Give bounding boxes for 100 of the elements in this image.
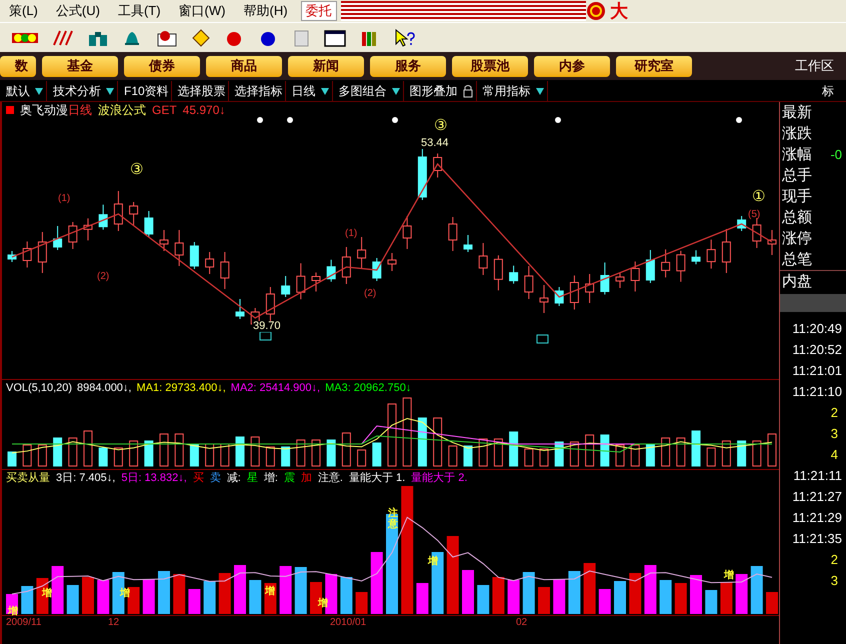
dropdown-arrow-icon[interactable] xyxy=(34,86,44,96)
volume-bar xyxy=(768,434,776,466)
nav-button[interactable]: 服务 xyxy=(370,56,446,76)
indicator-bar xyxy=(598,589,611,614)
indicator-legend: 3日: 7.405↓, xyxy=(56,470,116,486)
quote-label: 涨停 xyxy=(781,231,812,246)
toolbar-tab[interactable]: 标 xyxy=(822,82,834,100)
diamond-sign-icon[interactable] xyxy=(192,28,210,46)
volume-bar xyxy=(524,448,534,466)
point-label: (5) xyxy=(748,210,760,220)
dropdown-arrow-icon[interactable] xyxy=(320,86,330,96)
star-marker-icon xyxy=(392,117,398,123)
volume-bar xyxy=(676,438,686,466)
indicator-bar xyxy=(52,566,64,614)
candle xyxy=(190,242,199,270)
candle xyxy=(205,252,214,274)
wave-label: ① xyxy=(752,189,765,204)
toolbar-tab[interactable]: 常用指标 xyxy=(476,80,548,100)
toolbar-tab[interactable]: 图形叠加 xyxy=(404,80,477,100)
candle xyxy=(646,250,655,284)
candle xyxy=(160,230,168,252)
indicator-bar xyxy=(614,581,626,614)
candle xyxy=(114,190,123,232)
volume-bar xyxy=(174,434,184,466)
volume-bar xyxy=(630,444,640,466)
stock-name: 奥飞动漫 xyxy=(20,102,68,119)
toolbar-tab[interactable]: 多图组合 xyxy=(332,80,404,100)
tick-time: 11:21:01 xyxy=(791,362,843,380)
menu-item[interactable]: 策(L) xyxy=(0,1,47,21)
indicator-value: MA3: 20962.750↓ xyxy=(325,381,412,396)
panel-strip xyxy=(780,294,846,312)
volume-bar xyxy=(448,446,458,466)
candle xyxy=(509,265,518,284)
trade-button[interactable]: 委托 xyxy=(300,1,337,21)
nav-button[interactable]: 内参 xyxy=(534,56,610,76)
window-icon[interactable] xyxy=(324,28,346,46)
star-marker-icon xyxy=(257,117,263,123)
indicator-bar xyxy=(462,570,474,614)
indicator-bar xyxy=(477,585,490,614)
bar-label: 增 xyxy=(724,570,734,581)
indicator-bar xyxy=(340,577,352,614)
bars-icon[interactable] xyxy=(52,28,74,46)
dropdown-arrow-icon[interactable] xyxy=(105,86,115,96)
tick-volume: 3 xyxy=(830,572,839,590)
volume-bar xyxy=(464,446,472,466)
nav-button[interactable]: 股票池 xyxy=(452,56,528,76)
dropdown-arrow-icon[interactable] xyxy=(390,86,401,96)
menu-item[interactable]: 公式(U) xyxy=(46,1,109,21)
menu-item[interactable]: 工具(T) xyxy=(108,1,170,21)
indicator-bar xyxy=(766,592,778,614)
toolbar-tab[interactable]: 技术分析 xyxy=(47,80,118,100)
indicator-bar xyxy=(294,567,307,614)
volume-bar xyxy=(190,444,199,466)
volume-bar xyxy=(554,442,564,466)
indicator-bar xyxy=(142,579,155,614)
date-label: 12 xyxy=(108,616,120,630)
dropdown-arrow-icon[interactable] xyxy=(534,86,545,96)
toolbar-tab[interactable]: F10资料 xyxy=(118,80,172,100)
tick-volume: 2 xyxy=(830,404,839,422)
toolbar-tab[interactable]: 选择股票 xyxy=(172,80,229,100)
volume-bar xyxy=(98,448,108,466)
help-cursor-icon[interactable] xyxy=(394,28,416,46)
indicator-bar xyxy=(97,580,110,614)
indicator-bar xyxy=(173,574,186,614)
nav-button[interactable]: 数 xyxy=(0,56,36,76)
indicator-bar xyxy=(234,565,246,614)
letter-icon[interactable] xyxy=(156,28,178,46)
quote-value: -0 xyxy=(830,146,843,164)
candle xyxy=(402,216,412,250)
volume-bar xyxy=(494,438,503,466)
candle xyxy=(722,228,731,274)
indicator-bar xyxy=(356,592,368,614)
indicator-name: 买卖从量 xyxy=(6,471,50,486)
quote-label: 总手 xyxy=(781,168,812,183)
menu-item[interactable]: 窗口(W) xyxy=(170,1,234,21)
lock-icon[interactable] xyxy=(462,84,474,98)
indicator-bar xyxy=(750,566,763,614)
candle xyxy=(38,232,47,274)
price-label: 39.70 xyxy=(252,321,282,332)
candle xyxy=(68,222,78,250)
bottom-marker-icon xyxy=(260,332,272,340)
candle xyxy=(706,239,716,270)
candle xyxy=(661,248,670,278)
volume-bar xyxy=(357,450,366,466)
quote-label: 总笔 xyxy=(781,252,812,267)
volume-bar xyxy=(342,432,351,466)
toolbar-tab[interactable]: 默认 xyxy=(0,80,47,100)
nav-button[interactable]: 商品 xyxy=(206,56,282,76)
menu-item[interactable]: 帮助(H) xyxy=(234,1,297,21)
nav-button[interactable]: 基金 xyxy=(42,56,118,76)
workspace-label[interactable]: 工作区 xyxy=(795,56,834,76)
nav-button[interactable]: 债券 xyxy=(124,56,200,76)
toolbar-tab[interactable]: 选择指标 xyxy=(228,80,286,100)
toolbar-tab[interactable]: 日线 xyxy=(286,80,333,100)
date-label: 02 xyxy=(516,616,528,630)
nav-button[interactable]: 新闻 xyxy=(288,56,364,76)
volume-bar xyxy=(326,440,336,466)
nav-button[interactable]: 研究室 xyxy=(616,56,692,76)
indicator-legend: 5日: 13.832↓, xyxy=(121,470,187,486)
quote-label: 涨幅 xyxy=(781,147,812,162)
